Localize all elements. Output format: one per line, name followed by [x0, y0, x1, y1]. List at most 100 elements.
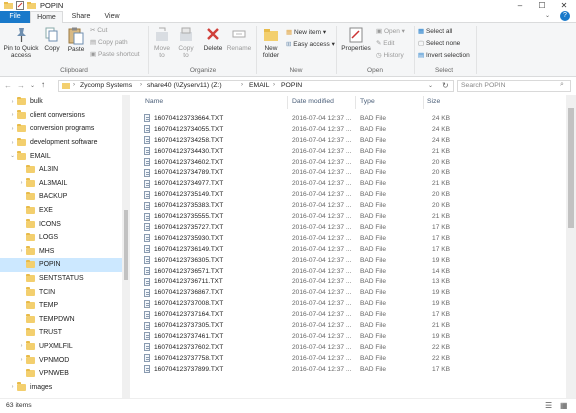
column-divider[interactable]	[423, 96, 424, 109]
file-row[interactable]: 160704123734602.TXT 2016-07-04 12:37 ... B…	[144, 157, 450, 168]
file-row[interactable]: 160704123734789.TXT 2016-07-04 12:37 ... B…	[144, 168, 450, 179]
nav-scrollbar-thumb[interactable]	[124, 210, 128, 280]
file-row[interactable]: 160704123736305.TXT 2016-07-04 12:37 ... B…	[144, 255, 450, 266]
copy-path-button[interactable]: ▤ Copy path	[90, 39, 128, 47]
nav-item[interactable]: › AL3MAIL	[0, 177, 122, 191]
maximize-button[interactable]: ☐	[531, 0, 553, 11]
nav-item[interactable]: › development software	[0, 136, 122, 150]
help-icon[interactable]: ?	[560, 11, 570, 21]
tab-share[interactable]: Share	[66, 11, 96, 23]
copy-to-button[interactable]: Copy to	[175, 27, 197, 59]
file-row[interactable]: 160704123733664.TXT 2016-07-04 12:37 ... B…	[144, 113, 450, 124]
nav-item[interactable]: TEMP	[0, 299, 122, 313]
invert-selection-button[interactable]: ▤ Invert selection	[418, 52, 470, 60]
breadcrumb-item[interactable]: POPIN	[281, 82, 302, 89]
file-row[interactable]: 160704123737461.TXT 2016-07-04 12:37 ... B…	[144, 331, 450, 342]
select-none-button[interactable]: ▢ Select none	[418, 40, 460, 48]
file-row[interactable]: 160704123734977.TXT 2016-07-04 12:37 ... B…	[144, 178, 450, 189]
details-view-icon[interactable]: ☰	[545, 401, 552, 410]
open-button[interactable]: ▣ Open ▾	[376, 28, 405, 36]
column-header-size[interactable]: Size	[427, 98, 440, 105]
large-icons-view-icon[interactable]: ▦	[560, 401, 568, 410]
copy-button[interactable]: Copy	[41, 27, 63, 52]
expand-chevron-icon[interactable]: ›	[17, 180, 26, 186]
nav-item[interactable]: POPIN	[0, 258, 122, 272]
paste-button[interactable]: Paste	[64, 27, 88, 53]
file-row[interactable]: 160704123737008.TXT 2016-07-04 12:37 ... B…	[144, 298, 450, 309]
nav-item[interactable]: LOGS	[0, 231, 122, 245]
expand-chevron-icon[interactable]: ›	[8, 140, 17, 146]
expand-chevron-icon[interactable]: ›	[8, 112, 17, 118]
close-button[interactable]: ✕	[553, 0, 575, 11]
list-scrollbar-thumb[interactable]	[568, 108, 574, 228]
file-row[interactable]: 160704123735930.TXT 2016-07-04 12:37 ... B…	[144, 233, 450, 244]
expand-chevron-icon[interactable]: ›	[8, 126, 17, 132]
nav-item[interactable]: › conversion programs	[0, 122, 122, 136]
column-divider[interactable]	[287, 96, 288, 109]
nav-item[interactable]: › UPXMLFIL	[0, 340, 122, 354]
nav-item[interactable]: ⌄ EMAIL	[0, 149, 122, 163]
nav-item[interactable]: › bulk	[0, 95, 122, 109]
file-row[interactable]: 160704123734258.TXT 2016-07-04 12:37 ... B…	[144, 135, 450, 146]
file-row[interactable]: 160704123735727.TXT 2016-07-04 12:37 ... B…	[144, 222, 450, 233]
file-row[interactable]: 160704123737899.TXT 2016-07-04 12:37 ... B…	[144, 364, 450, 375]
column-header-name[interactable]: Name	[145, 98, 163, 105]
column-header-type[interactable]: Type	[360, 98, 375, 105]
nav-item[interactable]: TRUST	[0, 326, 122, 340]
file-row[interactable]: 160704123736867.TXT 2016-07-04 12:37 ... B…	[144, 287, 450, 298]
file-row[interactable]: 160704123736149.TXT 2016-07-04 12:37 ... B…	[144, 244, 450, 255]
paste-shortcut-button[interactable]: ▣ Paste shortcut	[90, 51, 140, 59]
select-all-button[interactable]: ▦ Select all	[418, 28, 452, 36]
column-divider[interactable]	[355, 96, 356, 109]
nav-item[interactable]: BACKUP	[0, 190, 122, 204]
nav-item[interactable]: TCIN	[0, 285, 122, 299]
breadcrumb-item[interactable]: Zycomp Systems	[80, 82, 132, 89]
delete-button[interactable]: Delete	[201, 27, 225, 52]
file-row[interactable]: 160704123734055.TXT 2016-07-04 12:37 ... B…	[144, 124, 450, 135]
cut-button[interactable]: ✂ Cut	[90, 27, 107, 35]
file-row[interactable]: 160704123736571.TXT 2016-07-04 12:37 ... B…	[144, 266, 450, 277]
file-row[interactable]: 160704123736711.TXT 2016-07-04 12:37 ... B…	[144, 277, 450, 288]
tab-home[interactable]: Home	[30, 11, 63, 23]
move-to-button[interactable]: Move to	[151, 27, 173, 59]
pin-quick-access-button[interactable]: Pin to Quick access	[2, 27, 40, 59]
history-button[interactable]: ◷ History	[376, 52, 404, 60]
search-icon[interactable]: ⌕	[560, 81, 564, 89]
back-arrow-icon[interactable]: ←	[4, 81, 12, 90]
new-folder-button[interactable]: New folder	[259, 27, 283, 59]
new-folder-icon[interactable]	[27, 1, 36, 11]
nav-item[interactable]: › client conversions	[0, 109, 122, 123]
file-row[interactable]: 160704123734430.TXT 2016-07-04 12:37 ... B…	[144, 146, 450, 157]
column-header-date[interactable]: Date modified	[292, 98, 334, 105]
expand-chevron-icon[interactable]: ›	[17, 357, 26, 363]
expand-chevron-icon[interactable]: ›	[17, 343, 26, 349]
nav-item[interactable]: SENTSTATUS	[0, 272, 122, 286]
recent-locations-icon[interactable]: ⌄	[30, 82, 35, 89]
edit-button[interactable]: ✎ Edit	[376, 40, 394, 48]
refresh-icon[interactable]: ↻	[442, 81, 449, 90]
minimize-button[interactable]: –	[509, 0, 531, 11]
expand-chevron-icon[interactable]: ›	[8, 384, 17, 390]
nav-item[interactable]: EXE	[0, 204, 122, 218]
file-row[interactable]: 160704123737164.TXT 2016-07-04 12:37 ... B…	[144, 309, 450, 320]
forward-arrow-icon[interactable]: →	[17, 81, 25, 90]
expand-chevron-icon[interactable]: ›	[8, 99, 17, 105]
nav-item[interactable]: VPNWEB	[0, 367, 122, 381]
expanded-chevron-icon[interactable]: ⌄	[8, 153, 17, 159]
file-row[interactable]: 160704123737305.TXT 2016-07-04 12:37 ... B…	[144, 320, 450, 331]
file-row[interactable]: 160704123735149.TXT 2016-07-04 12:37 ... B…	[144, 189, 450, 200]
nav-item[interactable]: TEMPDWN	[0, 313, 122, 327]
file-row[interactable]: 160704123737602.TXT 2016-07-04 12:37 ... B…	[144, 342, 450, 353]
file-row[interactable]: 160704123737758.TXT 2016-07-04 12:37 ... B…	[144, 353, 450, 364]
breadcrumb-item[interactable]: share40 (\\Zyserv11) (Z:)	[147, 82, 222, 89]
properties-button[interactable]: Properties	[339, 27, 373, 52]
tab-file[interactable]: File	[0, 11, 30, 23]
file-row[interactable]: 160704123735555.TXT 2016-07-04 12:37 ... B…	[144, 211, 450, 222]
expand-chevron-icon[interactable]: ›	[17, 248, 26, 254]
folder-icon[interactable]	[4, 1, 13, 11]
breadcrumb-item[interactable]: EMAIL	[249, 82, 269, 89]
file-row[interactable]: 160704123735383.TXT 2016-07-04 12:37 ... B…	[144, 200, 450, 211]
tab-view[interactable]: View	[98, 11, 126, 23]
address-dropdown-icon[interactable]: ⌄	[428, 82, 433, 89]
nav-item[interactable]: AL3IN	[0, 163, 122, 177]
